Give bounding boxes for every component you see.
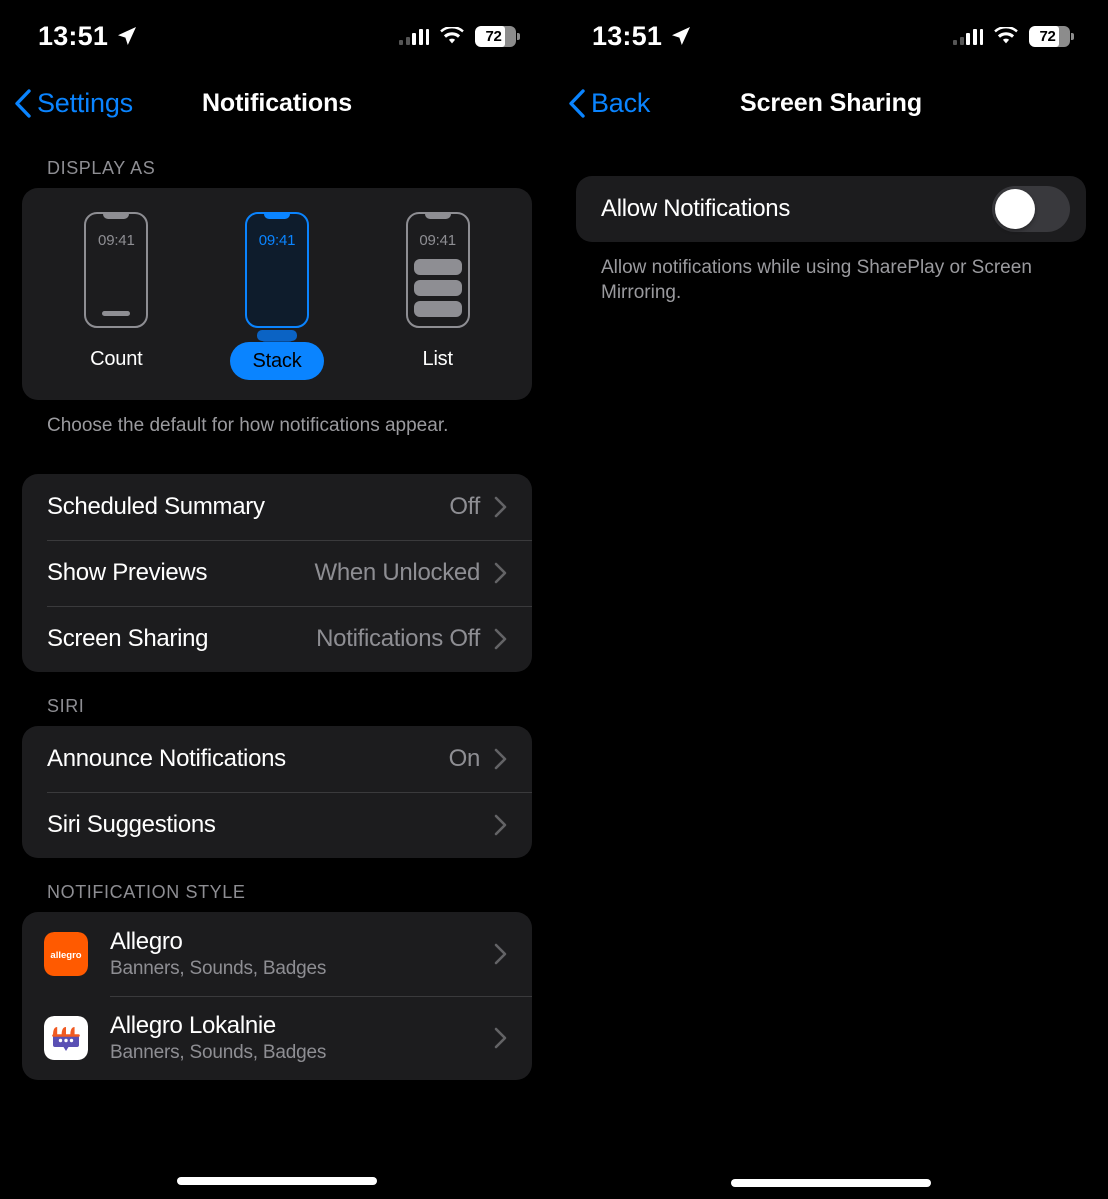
back-button-label: Settings — [37, 87, 133, 118]
chevron-right-icon — [494, 496, 507, 518]
row-announce-notifications[interactable]: Announce Notifications On — [22, 726, 532, 792]
battery-indicator: 72 — [475, 25, 520, 47]
display-option-list[interactable]: 09:41 List — [357, 212, 518, 380]
preview-time-count: 09:41 — [98, 232, 135, 249]
row-label: Announce Notifications — [47, 745, 286, 773]
battery-indicator: 72 — [1029, 25, 1074, 47]
row-siri-suggestions[interactable]: Siri Suggestions — [22, 792, 532, 858]
svg-text:allegro: allegro — [50, 950, 81, 961]
allow-notifications-label: Allow Notifications — [601, 195, 791, 222]
status-bar-left-group: 13:51 — [592, 21, 691, 52]
display-as-card: 09:41 Count 09:41 Stack 09:41 List — [22, 188, 532, 400]
row-screen-sharing[interactable]: Screen Sharing Notifications Off — [22, 606, 532, 672]
status-time: 13:51 — [38, 20, 109, 51]
row-value: On — [448, 745, 481, 773]
phone-preview-stack: 09:41 — [245, 212, 309, 342]
display-as-footnote: Choose the default for how notifications… — [47, 415, 449, 436]
cellular-bars-icon — [399, 27, 429, 45]
app-subtitle: Banners, Sounds, Badges — [110, 958, 327, 980]
battery-percent: 72 — [1039, 27, 1056, 45]
app-name: Allegro Lokalnie — [110, 1012, 276, 1040]
allegro-lokalnie-app-icon — [44, 1016, 88, 1061]
battery-percent: 72 — [485, 27, 502, 45]
notification-style-header: NOTIFICATION STYLE — [47, 882, 246, 903]
row-value: When Unlocked — [314, 559, 480, 587]
status-time: 13:51 — [592, 20, 663, 51]
dual-screenshot-container: 13:51 72 Settings Notifications DISPLAY … — [0, 0, 1108, 1199]
phone-preview-list: 09:41 — [405, 212, 470, 328]
notifications-content: DISPLAY AS 09:41 Count 09:41 Stack 09:41… — [0, 134, 554, 1081]
preview-time-stack: 09:41 — [258, 232, 296, 249]
status-bar-right-group: 72 — [399, 25, 520, 47]
chevron-left-icon — [569, 88, 585, 118]
phone-preview-count: 09:41 — [84, 212, 149, 328]
back-button-label: Back — [591, 87, 651, 118]
siri-header: SIRI — [47, 696, 85, 717]
location-arrow-icon — [118, 27, 137, 45]
list-indicator-shape — [413, 259, 462, 317]
row-scheduled-summary[interactable]: Scheduled Summary Off — [22, 474, 532, 540]
row-label: Show Previews — [47, 559, 208, 587]
allow-notifications-card: Allow Notifications — [576, 176, 1086, 242]
display-as-options: 09:41 Count 09:41 Stack 09:41 List — [22, 188, 532, 400]
chevron-right-icon — [494, 943, 507, 965]
wifi-icon — [440, 27, 464, 44]
chevron-right-icon — [494, 748, 507, 770]
row-label: Siri Suggestions — [47, 811, 216, 839]
nav-bar-left: Settings Notifications — [0, 72, 554, 134]
app-row-allegro-lokalnie[interactable]: Allegro Lokalnie Banners, Sounds, Badges — [22, 996, 532, 1080]
display-option-label-list: List — [422, 348, 454, 370]
status-bar-left: 13:51 72 — [0, 0, 554, 72]
display-option-label-stack: Stack — [230, 342, 324, 380]
count-indicator-shape — [102, 311, 131, 316]
row-allow-notifications[interactable]: Allow Notifications — [576, 176, 1086, 242]
chevron-left-icon — [15, 88, 31, 118]
general-settings-card: Scheduled Summary Off Show Previews When… — [22, 474, 532, 673]
row-show-previews[interactable]: Show Previews When Unlocked — [22, 540, 532, 606]
toggle-knob — [995, 189, 1035, 229]
chevron-right-icon — [494, 814, 507, 836]
chevron-right-icon — [494, 562, 507, 584]
status-bar-right-group: 72 — [953, 25, 1074, 47]
row-value: Notifications Off — [316, 625, 480, 653]
back-button-settings[interactable]: Settings — [0, 88, 133, 119]
location-arrow-icon — [672, 27, 691, 45]
status-bar-right: 13:51 72 — [554, 0, 1108, 72]
display-option-count[interactable]: 09:41 Count — [36, 212, 197, 380]
home-indicator-right — [731, 1179, 931, 1187]
preview-time-list: 09:41 — [419, 232, 456, 249]
allow-notifications-toggle[interactable] — [992, 186, 1070, 232]
app-subtitle: Banners, Sounds, Badges — [110, 1042, 327, 1064]
cellular-bars-icon — [953, 27, 983, 45]
row-label: Scheduled Summary — [47, 493, 265, 521]
nav-bar-right: Back Screen Sharing — [554, 72, 1108, 134]
chevron-right-icon — [494, 1027, 507, 1049]
siri-card: Announce Notifications On Siri Suggestio… — [22, 726, 532, 859]
allegro-app-icon: allegro — [44, 932, 88, 977]
screen-sharing-content: Allow Notifications Allow notifications … — [554, 134, 1108, 305]
home-indicator-left — [177, 1177, 377, 1185]
display-option-stack[interactable]: 09:41 Stack — [197, 212, 358, 380]
screen-sharing-screen: 13:51 72 Back Screen Sharing Allow Notif… — [554, 0, 1108, 1199]
notifications-screen: 13:51 72 Settings Notifications DISPLAY … — [0, 0, 554, 1199]
status-bar-left-group: 13:51 — [38, 21, 137, 52]
chevron-right-icon — [494, 628, 507, 650]
back-button[interactable]: Back — [554, 88, 650, 119]
allow-notifications-footnote: Allow notifications while using SharePla… — [601, 257, 1032, 304]
row-label: Screen Sharing — [47, 625, 209, 653]
display-option-label-count: Count — [90, 348, 143, 370]
row-value: Off — [449, 493, 480, 521]
display-as-header: DISPLAY AS — [47, 158, 156, 178]
notification-style-card: allegro Allegro Banners, Sounds, Badges — [22, 912, 532, 1081]
app-row-allegro[interactable]: allegro Allegro Banners, Sounds, Badges — [22, 912, 532, 996]
app-name: Allegro — [110, 928, 183, 956]
wifi-icon — [994, 27, 1018, 44]
